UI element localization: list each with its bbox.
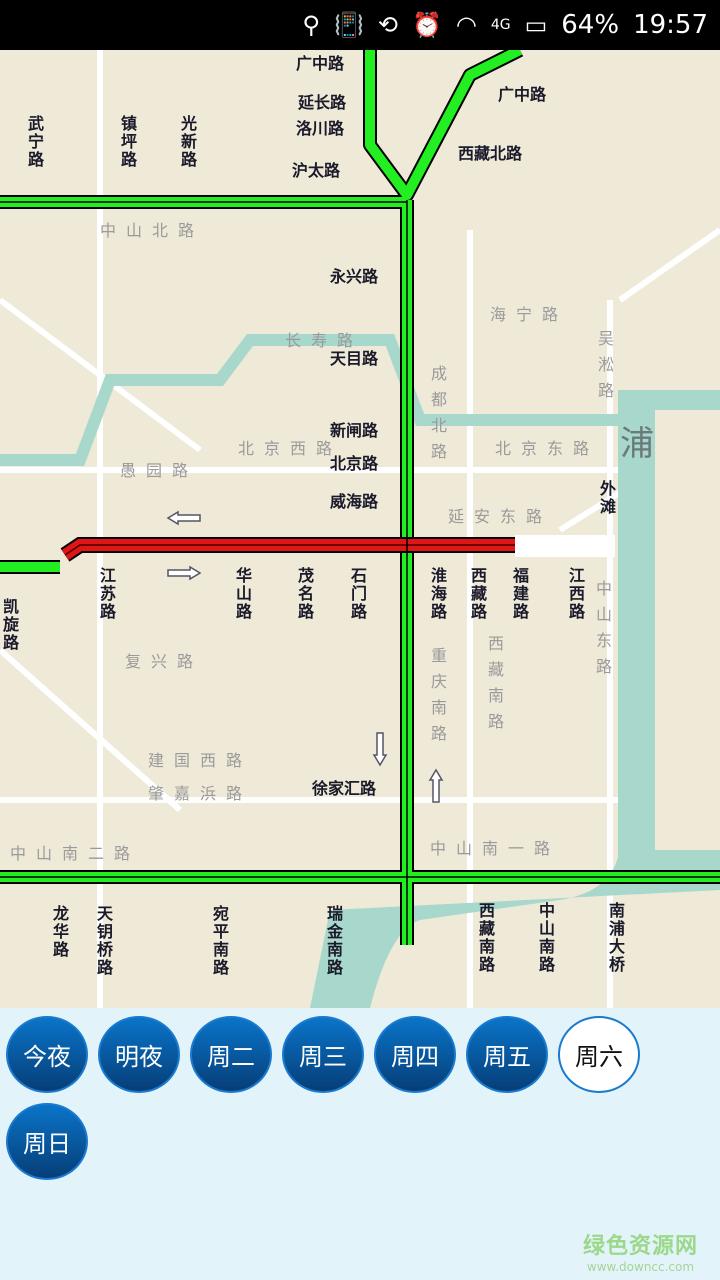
road-label: 西藏北路 [458, 144, 523, 163]
day-button[interactable]: 周三 [282, 1016, 364, 1093]
road-label: 华山路 [233, 567, 252, 621]
streets [0, 50, 720, 1008]
road-label: 广中路 [498, 85, 547, 104]
road-label: 重庆南路 [428, 647, 447, 751]
traffic-map[interactable]: 广中路 延长路 洛川路 沪太路 广中路 西藏北路 永兴路 天目路 新闸路 北京路 威海路 徐家汇路 武宁… [0, 50, 720, 1008]
road-label: 沪太路 [292, 161, 341, 180]
road-label: 镇坪路 [118, 115, 137, 169]
road-label: 南浦大桥 [606, 902, 625, 974]
road-label: 光新路 [178, 115, 197, 169]
wifi-icon: ◠ [455, 11, 477, 39]
road-label: 洛川路 [296, 119, 345, 138]
road-label: 茂名路 [295, 567, 314, 621]
road-label: 复兴路 [125, 652, 204, 671]
day-button[interactable]: 周六 [558, 1016, 640, 1093]
road-label: 西藏路 [468, 567, 487, 621]
rotate-icon: ⟲ [377, 11, 398, 39]
road-label: 淮海路 [428, 567, 447, 621]
battery-level: 64% [561, 10, 620, 40]
day-button[interactable]: 周日 [6, 1103, 88, 1180]
road-label: 江西路 [566, 567, 585, 621]
road-label: 江苏路 [97, 567, 116, 621]
location-icon: ⚲ [302, 11, 320, 39]
map-graphics [0, 50, 720, 1008]
alarm-icon: ⏰ [411, 11, 442, 39]
road-label: 天目路 [330, 349, 379, 368]
status-bar: ⚲ 📳 ⟲ ⏰ ◠ 4G ▭ 64% 19:57 [0, 0, 720, 50]
road-label: 中山南二路 [10, 844, 141, 863]
road-label: 福建路 [510, 567, 529, 621]
road-label: 天钥桥路 [94, 905, 113, 977]
battery-icon: ▭ [524, 11, 548, 39]
road-label: 西藏南路 [476, 902, 495, 974]
road-label: 永兴路 [330, 267, 379, 286]
road-label: 愚园路 [120, 461, 199, 480]
road-label: 建国西路 [148, 751, 253, 770]
network-type: 4G [490, 17, 511, 33]
road-label: 中山南路 [536, 902, 555, 974]
road-label: 武宁路 [25, 115, 44, 169]
road-label: 吴淞路 [595, 330, 614, 408]
road-label: 凯旋路 [0, 598, 19, 652]
day-button[interactable]: 今夜 [6, 1016, 88, 1093]
watermark: 绿色资源网 www.downcc.com [583, 1228, 698, 1274]
road-label: 延安东路 [448, 507, 553, 526]
clock: 19:57 [633, 10, 708, 40]
road-label: 中山北路 [100, 221, 205, 240]
day-button[interactable]: 周二 [190, 1016, 272, 1093]
yanan-road-white [515, 535, 615, 557]
road-label: 西藏南路 [485, 635, 504, 739]
road-label: 浦 [620, 424, 654, 464]
road-label: 外滩 [597, 480, 616, 516]
day-button[interactable]: 明夜 [98, 1016, 180, 1093]
road-label: 海宁路 [490, 305, 569, 324]
road-label: 龙华路 [50, 905, 69, 959]
road-label: 中山南一路 [430, 839, 561, 858]
vibrate-icon: 📳 [333, 11, 364, 39]
road-label: 宛平南路 [210, 905, 229, 977]
road-label: 北京西路 [238, 439, 343, 458]
road-label: 北京东路 [495, 439, 600, 458]
road-label: 广中路 [296, 54, 345, 73]
road-label: 新闸路 [330, 421, 379, 440]
day-button[interactable]: 周五 [466, 1016, 548, 1093]
road-label: 瑞金南路 [324, 905, 343, 977]
watermark-title: 绿色资源网 [582, 1234, 698, 1259]
road-label: 长寿路 [285, 331, 364, 350]
road-label: 威海路 [330, 492, 379, 511]
day-button[interactable]: 周四 [374, 1016, 456, 1093]
road-label: 成都北路 [428, 365, 447, 469]
day-selector: 今夜 明夜 周二 周三 周四 周五 周六周日 [0, 1008, 720, 1180]
road-label: 徐家汇路 [312, 779, 377, 798]
road-label: 延长路 [298, 93, 347, 112]
road-label: 肇嘉浜路 [148, 784, 253, 803]
road-label: 石门路 [348, 567, 367, 621]
watermark-url: www.downcc.com [586, 1260, 695, 1274]
road-label: 中山东路 [593, 580, 612, 684]
